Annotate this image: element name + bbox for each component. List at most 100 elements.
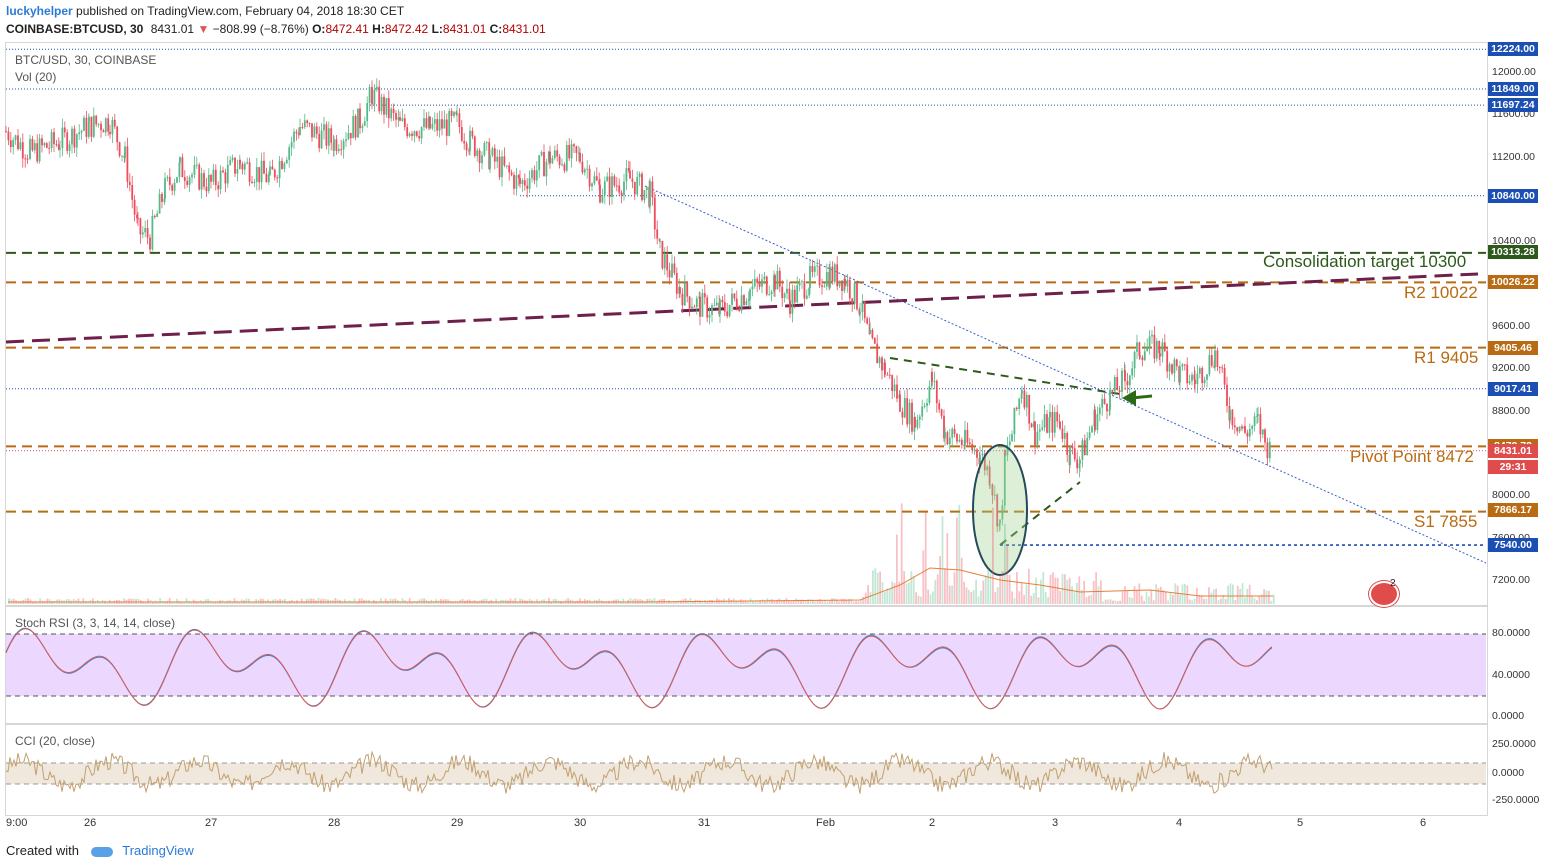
candle (485, 142, 488, 144)
candle (1216, 350, 1219, 367)
candle (1146, 347, 1149, 352)
volume-bar (946, 533, 949, 604)
candle (1126, 381, 1129, 386)
volume-bar (1167, 600, 1169, 604)
volume-bar (934, 580, 937, 604)
volume-bar (440, 598, 442, 604)
candle (793, 289, 796, 303)
candle (740, 295, 743, 311)
volume-bar (380, 598, 382, 604)
candle (588, 168, 591, 187)
candle (636, 177, 639, 195)
candle (958, 439, 961, 442)
volume-bar (262, 598, 265, 604)
volume-bar (1152, 600, 1155, 604)
price-label: 10026.22 (1488, 274, 1538, 289)
volume-bar (915, 592, 917, 604)
price-tick: 9200.00 (1492, 362, 1530, 375)
tradingview-link[interactable]: TradingView (122, 843, 194, 858)
volume-bar (1028, 568, 1030, 604)
candle (1163, 342, 1166, 352)
candle (649, 181, 651, 207)
candle (229, 160, 232, 165)
volume-bar (756, 601, 759, 604)
candle (586, 168, 589, 170)
volume-bar (1126, 590, 1129, 604)
volume-bar (1124, 586, 1126, 604)
candle (403, 118, 406, 128)
candle (1210, 355, 1213, 366)
candle (330, 128, 333, 143)
candle (966, 429, 969, 443)
volume-bar (1143, 600, 1145, 604)
volume-bar (773, 601, 776, 604)
volume-bar (730, 600, 733, 604)
candle (1046, 414, 1048, 433)
chart-canvas[interactable] (0, 0, 1554, 868)
volume-bar (1234, 599, 1237, 604)
candle (276, 177, 279, 179)
pivot-point-label: Pivot Point 8472 (1350, 447, 1474, 466)
candle (931, 372, 933, 382)
candle (243, 163, 246, 170)
candle (813, 266, 816, 272)
volume-bar (394, 598, 397, 604)
candle (956, 433, 958, 442)
candle (751, 286, 754, 290)
volume-bar (1083, 580, 1085, 604)
price-label: 10840.00 (1488, 188, 1538, 203)
candle (258, 167, 261, 183)
candle (1186, 364, 1189, 384)
descending-trendline (644, 185, 1487, 564)
candle (603, 181, 606, 196)
volume-bar (826, 601, 829, 604)
candle (673, 263, 676, 273)
candle (1191, 374, 1193, 382)
candle (758, 282, 761, 287)
candle (1081, 440, 1084, 460)
candle (126, 146, 129, 182)
candle (774, 275, 776, 290)
candle (380, 96, 383, 112)
candle (884, 362, 886, 375)
volume-bar (994, 592, 997, 604)
volume-bar (1172, 595, 1174, 604)
candle (1111, 389, 1114, 392)
candle (719, 299, 721, 315)
candle (1161, 342, 1164, 357)
candle (203, 173, 205, 187)
volume-bar (1092, 580, 1095, 604)
candle (1051, 412, 1054, 433)
volume-bar (764, 601, 766, 604)
candle (24, 158, 27, 160)
candle (896, 384, 898, 399)
candle (1251, 426, 1254, 429)
candle (856, 283, 858, 310)
volume-bar (1066, 579, 1069, 604)
volume-bar (653, 598, 656, 604)
candle (88, 116, 90, 122)
candle (327, 128, 330, 146)
candle (556, 150, 559, 157)
volume-bar (924, 511, 927, 604)
candle (195, 164, 198, 166)
volume-bar (1025, 584, 1028, 604)
candle (433, 119, 436, 124)
volume-bar (248, 598, 250, 604)
candle (399, 117, 401, 121)
candle (948, 437, 951, 445)
candle (1155, 340, 1158, 359)
candle (625, 168, 628, 182)
volume-bar (884, 591, 886, 604)
volume-bar (308, 598, 310, 604)
candle (659, 240, 661, 242)
time-tick: 26 (84, 817, 97, 829)
candle (448, 110, 451, 136)
volume-bar (972, 590, 975, 604)
candle (441, 119, 443, 129)
candle (1261, 429, 1264, 435)
candle (703, 293, 706, 298)
candle (691, 306, 693, 309)
r1-label: R1 9405 (1414, 348, 1479, 367)
volume-bar (552, 598, 555, 604)
